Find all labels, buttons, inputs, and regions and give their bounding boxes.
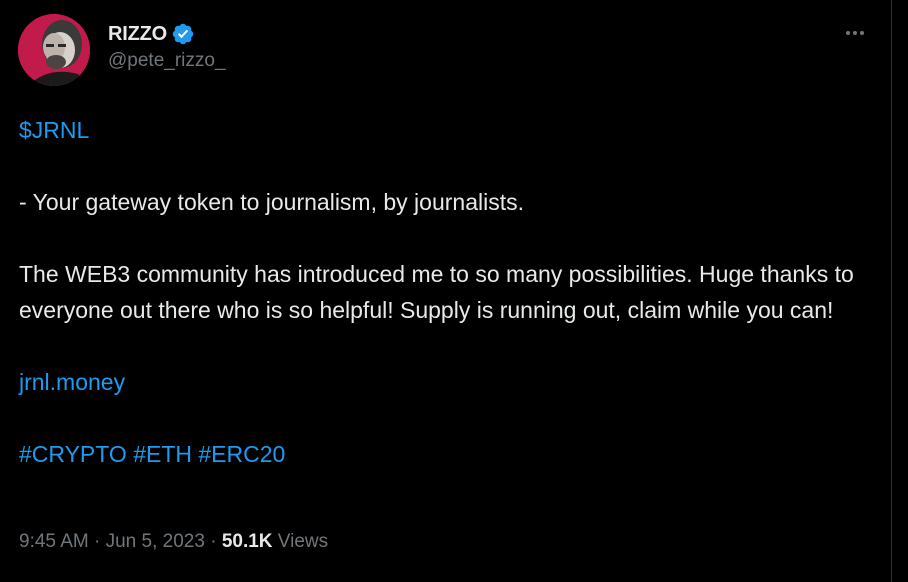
- dot: [846, 31, 850, 35]
- separator: ·: [204, 531, 222, 552]
- tweet-line: - Your gateway token to journalism, by j…: [19, 189, 524, 215]
- views-count: 50.1K: [221, 531, 273, 552]
- divider: [891, 0, 892, 582]
- tweet-meta: 9:45 AM · Jun 5, 2023 · 50.1K Views: [19, 531, 328, 553]
- verified-badge-icon[interactable]: [171, 22, 195, 46]
- cashtag-link[interactable]: $JRNL: [19, 117, 89, 143]
- user-info: RIZZO @pete_rizzo_: [108, 21, 226, 72]
- tweet-date[interactable]: Jun 5, 2023: [106, 531, 205, 553]
- tweet-paragraph: The WEB3 community has introduced me to …: [19, 261, 854, 323]
- dot: [853, 31, 857, 35]
- tweet-time[interactable]: 9:45 AM: [19, 531, 89, 553]
- hashtag-link[interactable]: #CRYPTO: [19, 441, 127, 467]
- more-options-icon[interactable]: [838, 20, 872, 46]
- avatar[interactable]: [18, 14, 90, 86]
- tweet-header: RIZZO @pete_rizzo_: [18, 14, 226, 86]
- tweet: RIZZO @pete_rizzo_ $JRNL - Your gateway …: [0, 0, 908, 582]
- hashtag-link[interactable]: #ETH: [133, 441, 192, 467]
- url-link[interactable]: jrnl.money: [19, 369, 125, 395]
- dot: [860, 31, 864, 35]
- avatar-photo: [18, 14, 90, 86]
- separator: ·: [88, 531, 106, 552]
- views-label: Views: [272, 531, 329, 552]
- name-row: RIZZO: [108, 21, 226, 47]
- hashtag-row: #CRYPTO #ETH #ERC20: [19, 436, 879, 472]
- hashtag-link[interactable]: #ERC20: [198, 441, 285, 467]
- handle[interactable]: @pete_rizzo_: [108, 50, 226, 72]
- display-name[interactable]: RIZZO: [108, 23, 167, 46]
- tweet-text: $JRNL - Your gateway token to journalism…: [19, 112, 879, 472]
